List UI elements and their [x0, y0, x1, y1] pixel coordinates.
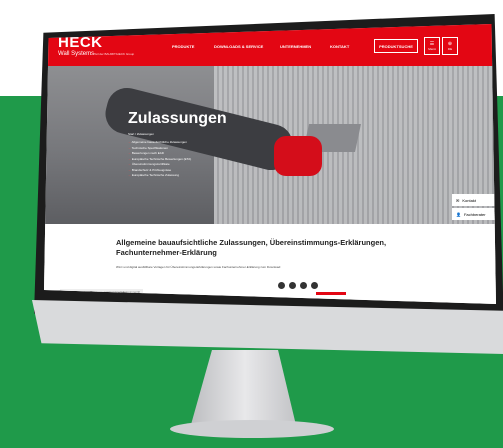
- hero-link[interactable]: Europäische Technische Zulassung: [128, 173, 191, 179]
- nav-item-produkte[interactable]: PRODUKTE: [172, 44, 194, 49]
- hero-glove-image: [274, 136, 322, 176]
- content-headline: Allgemeine bauaufsichtliche Zulassungen,…: [116, 238, 387, 257]
- menu-label: Menü: [428, 47, 436, 51]
- monitor-stand-base: [170, 420, 334, 438]
- side-tab-contact[interactable]: ✉ Kontakt: [452, 194, 496, 206]
- logo-tagline: Teil der BAUMIT/HECK Group: [94, 52, 135, 56]
- product-search-button[interactable]: PRODUKTSUCHE: [374, 39, 418, 53]
- nav-item-downloads[interactable]: DOWNLOADS & SERVICE: [214, 44, 263, 49]
- side-tab-advisor[interactable]: 👤 Fachberater: [452, 208, 496, 220]
- hero-link[interactable]: Allgemeine bauaufsichtliche Zulassungen: [128, 140, 191, 146]
- content-body: WLC und digital ausfüllbare Vorlagen für…: [116, 265, 281, 269]
- side-tab-contact-label: Kontakt: [462, 197, 476, 203]
- logo-subtitle: Wall Systems: [58, 51, 95, 57]
- content-section: Allgemeine bauaufsichtliche Zulassungen,…: [44, 224, 496, 304]
- mail-icon: ✉: [456, 197, 460, 203]
- breadcrumb[interactable]: Start / Zulassungen: [128, 132, 154, 136]
- menu-button[interactable]: ☰ Menü: [424, 37, 440, 55]
- language-button[interactable]: ⊕ DE: [442, 37, 458, 55]
- nav-item-kontakt[interactable]: KONTAKT: [330, 44, 349, 49]
- page-title: Zulassungen: [128, 110, 227, 127]
- accent-bar: [316, 292, 346, 295]
- instagram-icon[interactable]: [300, 282, 307, 289]
- monitor-screen: HECK Wall Systems Teil der BAUMIT/HECK G…: [44, 24, 496, 304]
- side-tab-advisor-label: Fachberater: [463, 211, 486, 217]
- person-icon: 👤: [456, 211, 461, 217]
- hero-link-list: Allgemeine bauaufsichtliche Zulassungen …: [128, 140, 192, 179]
- nav-item-unternehmen[interactable]: UNTERNEHMEN: [280, 44, 311, 49]
- linkedin-icon[interactable]: [311, 282, 318, 289]
- youtube-icon[interactable]: [289, 282, 296, 289]
- social-links: [278, 282, 318, 289]
- facebook-icon[interactable]: [278, 282, 285, 289]
- language-label: DE: [447, 47, 453, 51]
- hero-section: Zulassungen Start / Zulassungen Allgemei…: [44, 66, 496, 224]
